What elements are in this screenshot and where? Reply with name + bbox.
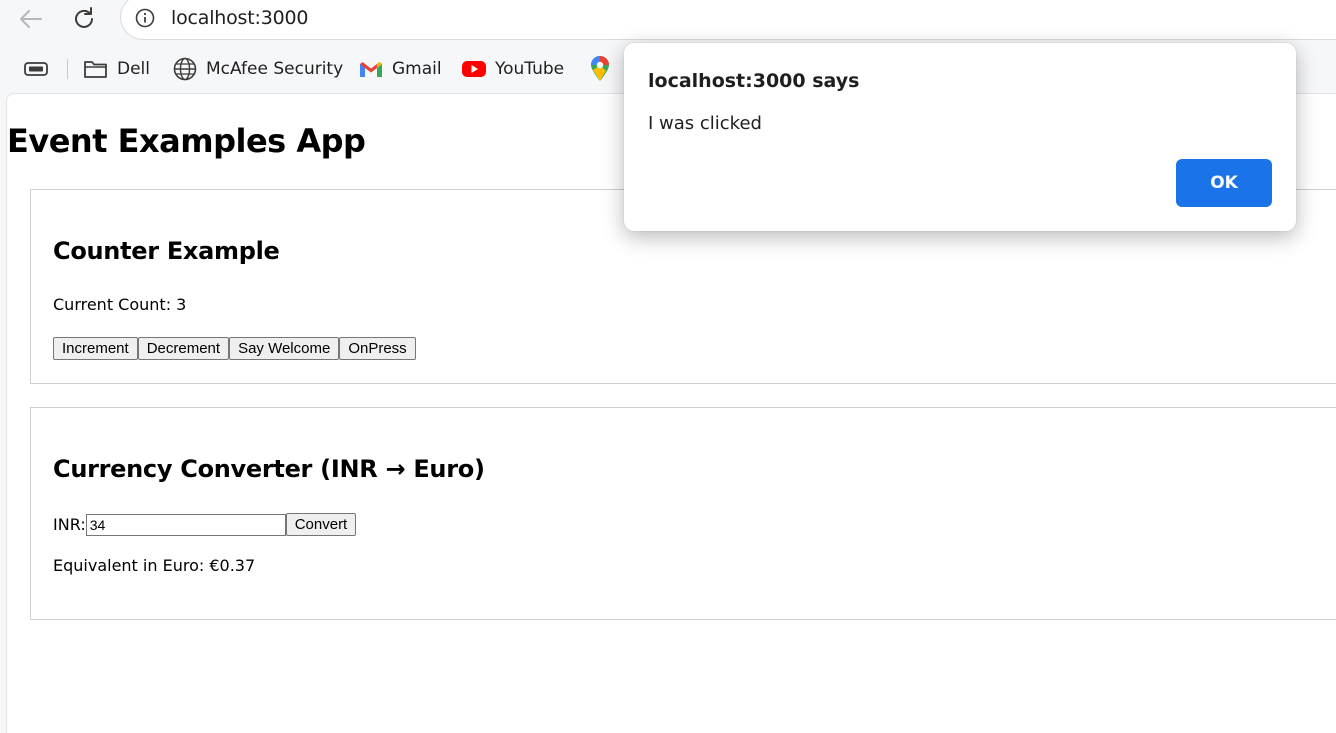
dialog-title: localhost:3000 says: [648, 70, 860, 92]
convert-button[interactable]: Convert: [285, 513, 357, 536]
browser-toolbar: localhost:3000: [0, 0, 1336, 40]
tab-groups-icon: [24, 62, 48, 76]
site-info-icon[interactable]: [135, 8, 155, 28]
bookmark-dell[interactable]: Dell: [83, 55, 150, 83]
url-text: localhost:3000: [171, 7, 309, 29]
decrement-button[interactable]: Decrement: [137, 337, 230, 360]
alert-dialog: localhost:3000 says I was clicked OK: [624, 43, 1296, 231]
bookmark-label: McAfee Security: [206, 59, 344, 79]
arrow-left-icon: [20, 10, 42, 28]
back-button[interactable]: [14, 4, 46, 34]
counter-button-row: Increment Decrement Say Welcome OnPress: [53, 337, 416, 360]
inr-input[interactable]: [85, 513, 286, 536]
globe-icon: [173, 57, 197, 81]
reload-icon: [75, 7, 93, 28]
bookmark-label: YouTube: [495, 59, 565, 79]
current-count: Current Count: 3: [53, 295, 187, 314]
inr-label: INR:: [53, 515, 86, 534]
maps-icon: [591, 56, 609, 81]
euro-result: Equivalent in Euro: €0.37: [53, 556, 256, 575]
increment-button[interactable]: Increment: [53, 337, 138, 360]
page-title: Event Examples App: [7, 122, 366, 160]
youtube-icon: [462, 61, 486, 77]
bookmark-label: Dell: [117, 59, 150, 79]
say-welcome-button[interactable]: Say Welcome: [229, 337, 340, 360]
reload-button[interactable]: [68, 4, 100, 34]
converter-heading: Currency Converter (INR → Euro): [53, 455, 485, 483]
ok-button[interactable]: OK: [1176, 159, 1272, 207]
tab-search-button[interactable]: [23, 55, 49, 83]
bookmark-youtube[interactable]: YouTube: [461, 55, 564, 83]
bookmark-mcafee[interactable]: McAfee Security: [172, 55, 343, 83]
dialog-message: I was clicked: [648, 113, 762, 134]
onpress-button[interactable]: OnPress: [339, 337, 416, 360]
gmail-icon: [360, 62, 382, 77]
converter-section: Currency Converter (INR → Euro) INR: Con…: [30, 407, 1336, 620]
bookmarks-separator: [67, 59, 68, 79]
inr-input-row: INR: Convert: [53, 513, 357, 536]
address-bar[interactable]: localhost:3000: [120, 0, 1336, 40]
bookmark-label: Gmail: [392, 59, 442, 79]
bookmark-gmail[interactable]: Gmail: [358, 55, 442, 83]
folder-icon: [84, 61, 107, 78]
counter-heading: Counter Example: [53, 237, 280, 265]
bookmark-maps[interactable]: [589, 55, 619, 83]
